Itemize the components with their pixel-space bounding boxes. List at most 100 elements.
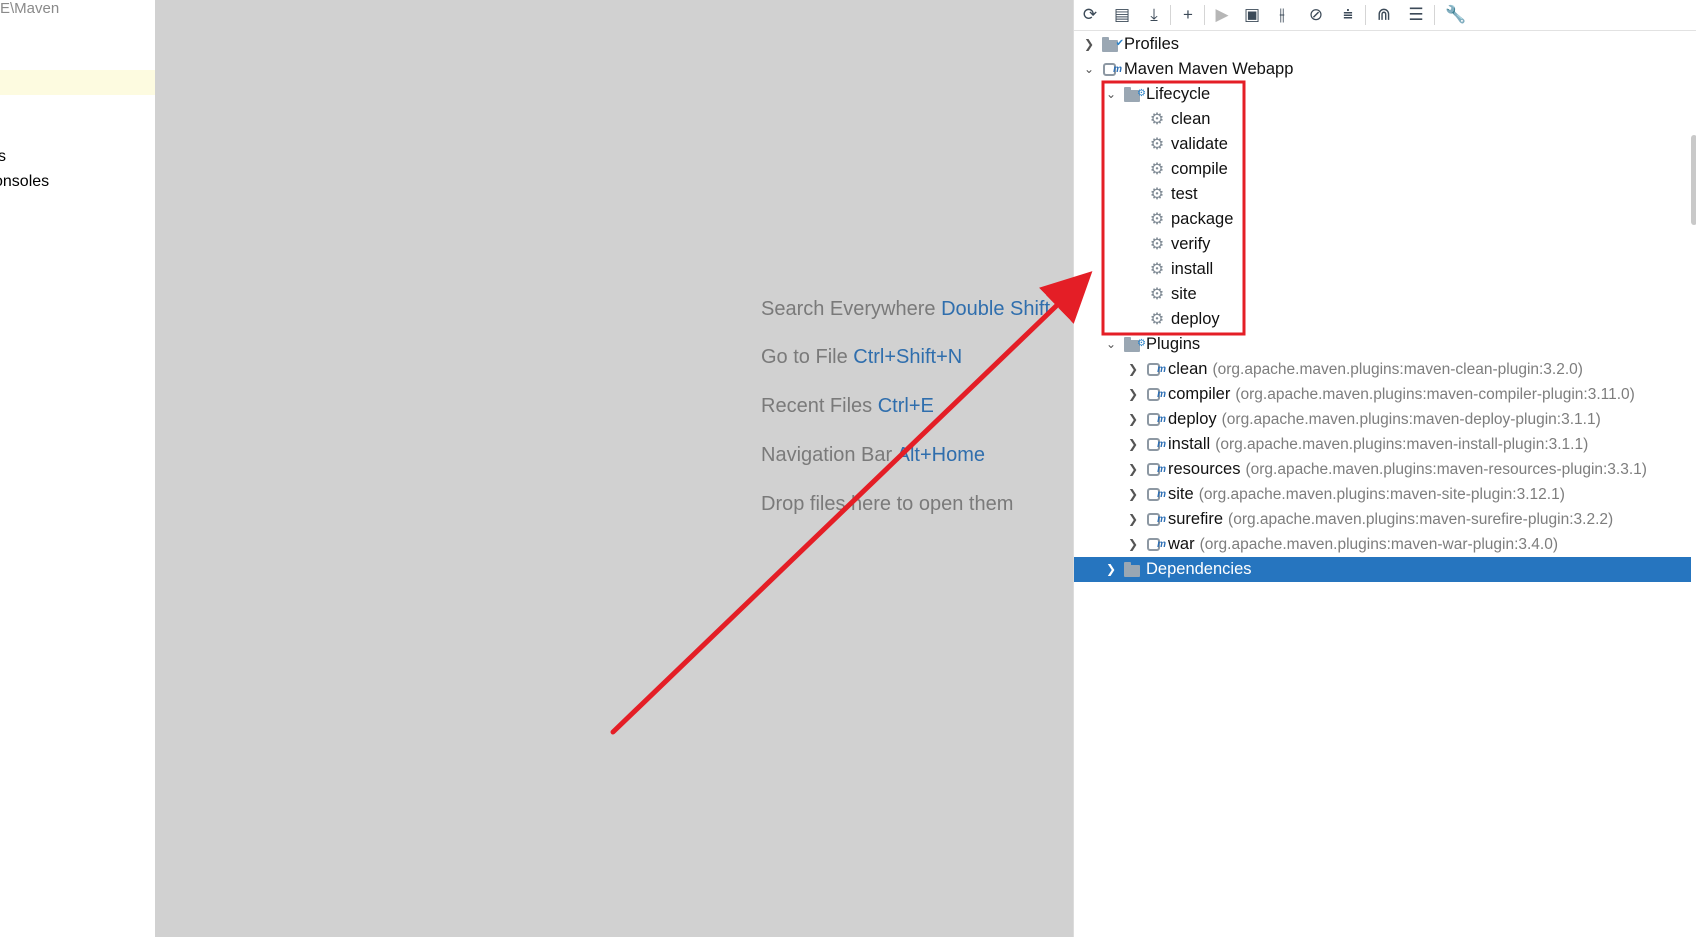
- chevron-down-icon[interactable]: ⌄: [1104, 332, 1118, 357]
- gear-icon: ⚙: [1149, 111, 1165, 128]
- plugin-item-resources[interactable]: ❯ m resources (org.apache.maven.plugins:…: [1126, 457, 1647, 482]
- chevron-right-icon[interactable]: ❯: [1126, 357, 1140, 382]
- plugins-folder-icon: ⚙: [1124, 336, 1146, 353]
- chevron-right-icon[interactable]: ❯: [1126, 407, 1140, 432]
- plugin-item-site[interactable]: ❯ m site (org.apache.maven.plugins:maven…: [1126, 482, 1565, 507]
- tree-item-project[interactable]: ⌄ m Maven Maven Webapp: [1082, 57, 1293, 82]
- lifecycle-phase-validate[interactable]: ⚙ validate: [1147, 132, 1228, 157]
- plugin-coordinates: (org.apache.maven.plugins:maven-site-plu…: [1198, 486, 1565, 503]
- project-tree-item-consoles[interactable]: onsoles: [0, 173, 49, 191]
- tree-item-lifecycle[interactable]: ⌄ ⚙ Lifecycle: [1104, 82, 1210, 107]
- toggle-offline-icon[interactable]: ⫲: [1270, 3, 1294, 27]
- chevron-down-icon[interactable]: ⌄: [1104, 82, 1118, 107]
- plugin-item-surefire[interactable]: ❯ m surefire (org.apache.maven.plugins:m…: [1126, 507, 1613, 532]
- reimport-icon[interactable]: ▤: [1110, 3, 1134, 27]
- maven-plugin-icon: m: [1146, 386, 1166, 404]
- gear-icon: ⚙: [1149, 311, 1165, 328]
- maven-tool-window: ⟳ ▤ ⤓ + ▶ ▣ ⫲ ⊘ ⩧ ⋒ ☰ 🔧 ❯ ✔ Profiles ⌄ m…: [1073, 0, 1696, 937]
- plugin-name: surefire: [1168, 510, 1224, 528]
- gear-icon: ⚙: [1149, 286, 1165, 303]
- hint-shortcut: Ctrl+Shift+N: [853, 346, 963, 368]
- hint-recent-files: Recent Files Ctrl+E: [761, 395, 934, 418]
- tree-item-plugins[interactable]: ⌄ ⚙ Plugins: [1104, 332, 1200, 357]
- gear-icon: ⚙: [1149, 261, 1165, 278]
- tree-item-label: site: [1171, 285, 1197, 303]
- tree-item-label: deploy: [1171, 310, 1220, 328]
- plugin-name: war: [1168, 535, 1195, 553]
- maven-plugin-icon: m: [1146, 361, 1166, 379]
- hint-go-to-file: Go to File Ctrl+Shift+N: [761, 346, 962, 369]
- hint-label: Navigation Bar: [761, 444, 893, 466]
- plugin-item-deploy[interactable]: ❯ m deploy (org.apache.maven.plugins:mav…: [1126, 407, 1601, 432]
- plugin-item-compiler[interactable]: ❯ m compiler (org.apache.maven.plugins:m…: [1126, 382, 1635, 407]
- tree-item-label: verify: [1171, 235, 1211, 253]
- plugin-coordinates: (org.apache.maven.plugins:maven-resource…: [1245, 461, 1647, 478]
- chevron-right-icon[interactable]: ❯: [1082, 32, 1096, 57]
- maven-plugin-icon: m: [1146, 461, 1166, 479]
- tree-item-dependencies[interactable]: ❯ Dependencies: [1074, 557, 1691, 582]
- maven-plugin-icon: m: [1146, 511, 1166, 529]
- tree-item-profiles[interactable]: ❯ ✔ Profiles: [1082, 32, 1179, 57]
- run-config-icon[interactable]: ▣: [1240, 3, 1264, 27]
- chevron-down-icon[interactable]: ⌄: [1082, 57, 1096, 82]
- vertical-scrollbar[interactable]: [1691, 135, 1696, 225]
- download-icon[interactable]: ⤓: [1142, 3, 1166, 27]
- reload-icon[interactable]: ⟳: [1078, 3, 1102, 27]
- tree-item-label: Dependencies: [1146, 560, 1252, 578]
- lifecycle-phase-clean[interactable]: ⚙ clean: [1147, 107, 1211, 132]
- lifecycle-phase-install[interactable]: ⚙ install: [1147, 257, 1213, 282]
- hint-drop-files: Drop files here to open them: [761, 493, 1013, 516]
- collapse-icon[interactable]: ⩧: [1336, 3, 1360, 27]
- hint-label: Search Everywhere: [761, 298, 936, 320]
- hint-label: Drop files here to open them: [761, 493, 1014, 515]
- expand-icon[interactable]: ☰: [1404, 3, 1428, 27]
- chevron-right-icon[interactable]: ❯: [1126, 482, 1140, 507]
- editor-area: Search Everywhere Double Shift Go to Fil…: [155, 0, 1073, 937]
- maven-plugin-icon: m: [1146, 436, 1166, 454]
- lifecycle-phase-test[interactable]: ⚙ test: [1147, 182, 1198, 207]
- run-icon[interactable]: ▶: [1210, 3, 1234, 27]
- plugin-item-install[interactable]: ❯ m install (org.apache.maven.plugins:ma…: [1126, 432, 1588, 457]
- tree-item-label: clean: [1171, 110, 1211, 128]
- show-deps-icon[interactable]: ⋒: [1372, 3, 1396, 27]
- project-tree-item[interactable]: s: [0, 148, 6, 166]
- plugin-item-clean[interactable]: ❯ m clean (org.apache.maven.plugins:mave…: [1126, 357, 1583, 382]
- lifecycle-phase-verify[interactable]: ⚙ verify: [1147, 232, 1211, 257]
- maven-project-icon: m: [1102, 61, 1122, 79]
- plugin-name: compiler: [1168, 385, 1231, 403]
- gear-icon: ⚙: [1149, 161, 1165, 178]
- plugin-name: clean: [1168, 360, 1208, 378]
- hint-label: Recent Files: [761, 395, 873, 417]
- chevron-right-icon[interactable]: ❯: [1126, 432, 1140, 457]
- lifecycle-phase-deploy[interactable]: ⚙ deploy: [1147, 307, 1220, 332]
- gear-icon: ⚙: [1149, 236, 1165, 253]
- maven-plugin-icon: m: [1146, 411, 1166, 429]
- tree-item-label: package: [1171, 210, 1234, 228]
- plugin-coordinates: (org.apache.maven.plugins:maven-deploy-p…: [1221, 411, 1601, 428]
- lifecycle-phase-package[interactable]: ⚙ package: [1147, 207, 1234, 232]
- hint-shortcut: Ctrl+E: [877, 395, 934, 417]
- skip-tests-icon[interactable]: ⊘: [1304, 3, 1328, 27]
- hint-label: Go to File: [761, 346, 848, 368]
- highlighted-row[interactable]: [0, 70, 155, 95]
- lifecycle-phase-compile[interactable]: ⚙ compile: [1147, 157, 1228, 182]
- settings-wrench-icon[interactable]: 🔧: [1444, 3, 1468, 27]
- plugin-name: deploy: [1168, 410, 1217, 428]
- chevron-right-icon[interactable]: ❯: [1126, 382, 1140, 407]
- tree-item-label: Profiles: [1124, 35, 1180, 53]
- lifecycle-phase-site[interactable]: ⚙ site: [1147, 282, 1197, 307]
- tree-item-label: Plugins: [1146, 335, 1201, 353]
- add-icon[interactable]: +: [1176, 3, 1200, 27]
- lifecycle-folder-icon: ⚙: [1124, 86, 1146, 103]
- project-panel: E\Maven s onsoles: [0, 0, 155, 937]
- chevron-right-icon[interactable]: ❯: [1126, 457, 1140, 482]
- hint-navigation-bar: Navigation Bar Alt+Home: [761, 444, 985, 467]
- gear-icon: ⚙: [1149, 136, 1165, 153]
- plugin-item-war[interactable]: ❯ m war (org.apache.maven.plugins:maven-…: [1126, 532, 1558, 557]
- chevron-right-icon[interactable]: ❯: [1126, 507, 1140, 532]
- chevron-right-icon[interactable]: ❯: [1104, 557, 1118, 582]
- chevron-right-icon[interactable]: ❯: [1126, 532, 1140, 557]
- plugin-coordinates: (org.apache.maven.plugins:maven-install-…: [1215, 436, 1589, 453]
- project-path: E\Maven: [0, 0, 60, 17]
- plugin-name: resources: [1168, 460, 1241, 478]
